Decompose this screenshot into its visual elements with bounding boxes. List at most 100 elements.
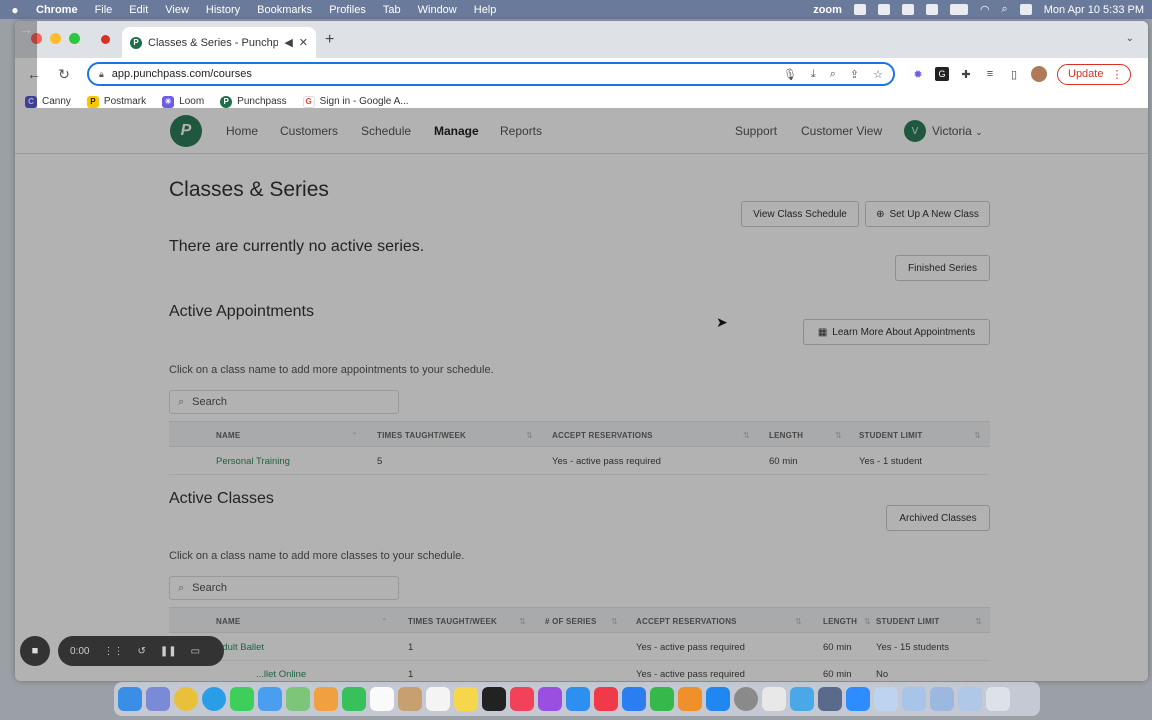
back-button[interactable]: ← [23, 66, 45, 82]
nav-schedule[interactable]: Schedule [361, 124, 411, 138]
update-button[interactable]: Update ⋮ [1057, 63, 1132, 85]
menu-help[interactable]: Help [474, 4, 497, 16]
fullscreen-window-button[interactable] [69, 33, 80, 44]
moon-tray-icon[interactable] [925, 4, 938, 15]
tab-audio-icon[interactable]: ◀ [284, 36, 292, 49]
nav-support[interactable]: Support [735, 124, 777, 138]
nav-manage[interactable]: Manage [434, 124, 479, 138]
tab-classes-series[interactable]: P Classes & Series - Punchp ◀ ✕ [122, 27, 316, 58]
script-editor-icon[interactable] [762, 687, 786, 711]
extension-grammarly-icon[interactable]: G [935, 67, 949, 81]
menu-tab[interactable]: Tab [383, 4, 401, 16]
col-student-limit[interactable]: STUDENT LIMIT [876, 617, 939, 626]
col-times[interactable]: TIMES TAUGHT/WEEK [408, 617, 497, 626]
menu-bookmarks[interactable]: Bookmarks [257, 4, 312, 16]
reading-list-icon[interactable]: ≡ [983, 67, 997, 81]
menu-view[interactable]: View [165, 4, 189, 16]
zoom-app-icon[interactable] [846, 687, 870, 711]
podcasts-icon[interactable] [538, 687, 562, 711]
classes-search-input[interactable]: ⌕ Search [169, 576, 399, 600]
col-length[interactable]: LENGTH [769, 431, 803, 440]
photos-icon[interactable] [314, 687, 338, 711]
punchpass-logo[interactable]: P [170, 115, 202, 147]
sort-up-icon[interactable]: ⌃ [381, 617, 388, 626]
chrome-icon[interactable] [174, 687, 198, 711]
trash-bin-icon[interactable] [986, 687, 1010, 711]
apple-menu-icon[interactable]: ● [8, 3, 22, 17]
nav-customers[interactable]: Customers [280, 124, 338, 138]
finder-icon[interactable] [118, 687, 142, 711]
app-store-blue-icon[interactable] [706, 687, 730, 711]
nav-customer-view[interactable]: Customer View [801, 124, 882, 138]
menu-app-chrome[interactable]: Chrome [36, 4, 78, 16]
user-avatar[interactable]: V [904, 120, 926, 142]
extension-gear-icon[interactable]: ✹ [911, 67, 925, 81]
wifi-icon[interactable]: ◠ [980, 3, 990, 16]
camera-icon[interactable]: ■ [20, 636, 50, 666]
sort-icon[interactable]: ⇅ [974, 431, 981, 440]
sort-up-icon[interactable]: ⌃ [351, 431, 358, 440]
menu-history[interactable]: History [206, 4, 240, 16]
minimize-window-button[interactable] [50, 33, 61, 44]
menu-profiles[interactable]: Profiles [329, 4, 366, 16]
appointments-search-input[interactable]: ⌕ Search [169, 390, 399, 414]
col-student-limit[interactable]: STUDENT LIMIT [859, 431, 922, 440]
music-icon[interactable] [510, 687, 534, 711]
bookmark-canny[interactable]: C Canny [25, 95, 71, 108]
col-length[interactable]: LENGTH [823, 617, 857, 626]
notes-icon[interactable] [454, 687, 478, 711]
view-class-schedule-button[interactable]: View Class Schedule [741, 201, 859, 227]
system-preferences-icon[interactable] [734, 687, 758, 711]
screen-capture-icon[interactable] [818, 687, 842, 711]
new-tab-button[interactable]: + [325, 31, 334, 49]
reminders-icon[interactable] [426, 687, 450, 711]
sort-icon[interactable]: ⇅ [795, 617, 802, 626]
bookmark-postmark[interactable]: P Postmark [86, 95, 146, 108]
sort-icon[interactable]: ⇅ [864, 617, 871, 626]
user-menu[interactable]: Victoria ⌄ [932, 124, 983, 138]
profile-avatar[interactable] [1031, 66, 1047, 82]
close-window-button[interactable] [31, 33, 42, 44]
contacts-icon[interactable] [398, 687, 422, 711]
restart-icon[interactable]: ↺ [137, 646, 145, 657]
address-bar[interactable]: 🔒︎ app.punchpass.com/courses 🎙︎ ⤓ ⌕ ⇪ ☆ [87, 62, 895, 86]
nav-reports[interactable]: Reports [500, 124, 542, 138]
battery-icon[interactable] [949, 4, 968, 15]
record-tray-icon[interactable] [853, 4, 866, 15]
sort-icon[interactable]: ⇅ [743, 431, 750, 440]
extensions-puzzle-icon[interactable]: ✚ [959, 67, 973, 81]
tv-icon[interactable] [482, 687, 506, 711]
pause-icon[interactable]: ❚❚ [160, 646, 177, 657]
nav-home[interactable]: Home [226, 124, 258, 138]
lock-icon[interactable]: 🔒︎ [99, 69, 104, 80]
sort-icon[interactable]: ⇅ [835, 431, 842, 440]
col-accept[interactable]: ACCEPT RESERVATIONS [552, 431, 653, 440]
menu-file[interactable]: File [95, 4, 113, 16]
reload-button[interactable]: ↻ [53, 66, 75, 83]
documents-folder-icon[interactable] [902, 687, 926, 711]
folder-icon[interactable] [958, 687, 982, 711]
set-up-new-class-button[interactable]: ⊕ Set Up A New Class [865, 201, 990, 227]
sort-icon[interactable]: ⇅ [611, 617, 618, 626]
keynote-icon[interactable] [622, 687, 646, 711]
tab-close-icon[interactable]: ✕ [299, 36, 308, 49]
zoom-magnifier-icon[interactable]: ⌕ [830, 68, 836, 81]
drag-handle-icon[interactable]: ⋮⋮ [103, 646, 123, 657]
maps-icon[interactable] [286, 687, 310, 711]
menu-window[interactable]: Window [418, 4, 457, 16]
side-panel-icon[interactable]: ▯ [1007, 67, 1021, 81]
menu-clock[interactable]: Mon Apr 10 5:33 PM [1044, 4, 1144, 16]
col-name[interactable]: NAME [216, 617, 240, 626]
zoom-tray-label[interactable]: zoom [813, 4, 842, 16]
pages-icon[interactable] [678, 687, 702, 711]
tab-search-chevron-icon[interactable]: ⌄ [1126, 33, 1134, 44]
col-name[interactable]: NAME [216, 431, 240, 440]
col-times[interactable]: TIMES TAUGHT/WEEK [377, 431, 466, 440]
finished-series-button[interactable]: Finished Series [895, 255, 990, 281]
control-center-icon[interactable] [1019, 4, 1032, 15]
safari-icon[interactable] [202, 687, 226, 711]
downloads-folder-icon[interactable] [874, 687, 898, 711]
microphone-icon[interactable]: 🎙︎ [783, 68, 797, 81]
preview-icon[interactable] [790, 687, 814, 711]
mail-icon[interactable] [258, 687, 282, 711]
